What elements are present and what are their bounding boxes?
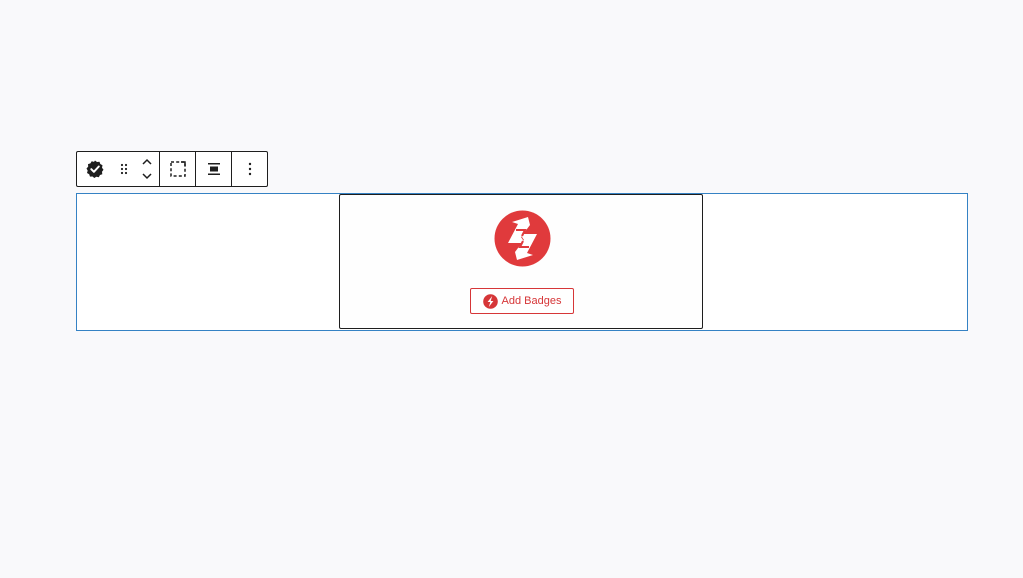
badges-block-placeholder[interactable]: Add Badges (339, 194, 703, 329)
select-parent-button[interactable] (160, 152, 195, 186)
options-button[interactable] (232, 152, 267, 186)
move-down-button[interactable] (135, 169, 159, 183)
align-group (196, 152, 232, 186)
block-parent-group (77, 152, 160, 186)
options-group (232, 152, 267, 186)
selected-block-wrapper[interactable]: Add Badges (76, 193, 968, 331)
add-badges-label: Add Badges (501, 295, 562, 307)
badges-logo-icon (494, 210, 551, 267)
bolt-circle-icon (482, 293, 498, 309)
chevron-up-icon (142, 158, 152, 165)
add-badges-button[interactable]: Add Badges (470, 288, 574, 314)
chevron-down-icon (142, 173, 152, 180)
badge-check-icon (86, 160, 104, 178)
select-parent-group (160, 152, 196, 186)
block-toolbar (76, 151, 268, 187)
move-up-button[interactable] (135, 155, 159, 169)
align-center-icon (207, 163, 220, 175)
block-type-button[interactable] (77, 152, 113, 186)
drag-handle-icon (120, 163, 128, 175)
more-vertical-icon (248, 162, 251, 176)
select-parent-icon (169, 161, 186, 177)
block-movers (135, 152, 159, 186)
drag-handle[interactable] (113, 152, 135, 186)
align-button[interactable] (196, 152, 231, 186)
